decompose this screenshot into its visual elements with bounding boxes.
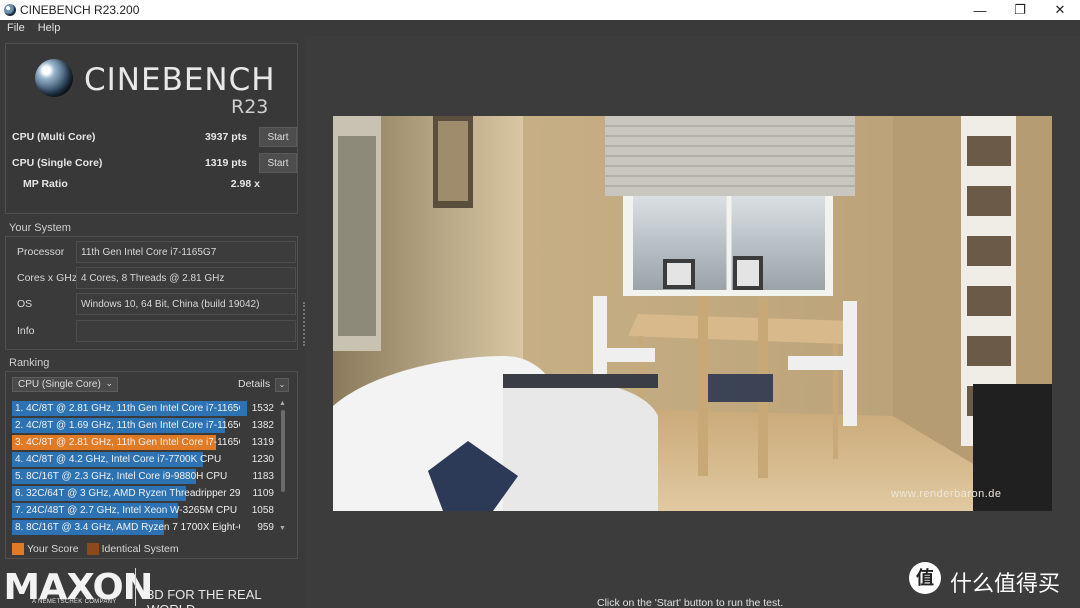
ranking-item[interactable]: 2. 4C/8T @ 1.69 GHz, 11th Gen Intel Core… <box>12 418 276 434</box>
left-panel: CINEBENCH R23 CPU (Multi Core) 3937 pts … <box>0 36 300 608</box>
ranking-item-score: 1058 <box>251 505 274 516</box>
ranking-item-label: 1. 4C/8T @ 2.81 GHz, 11th Gen Intel Core… <box>15 403 240 414</box>
legend-label: Your Score <box>27 543 79 555</box>
system-row-os: OS Windows 10, 64 Bit, China (build 1904… <box>12 293 296 315</box>
score-value: 3937 pts <box>204 131 247 143</box>
score-row-single: CPU (Single Core) 1319 pts Start <box>12 153 297 173</box>
system-row-cores: Cores x GHz 4 Cores, 8 Threads @ 2.81 GH… <box>12 267 296 289</box>
render-area: www.renderbaron.de Click on the 'Start' … <box>305 36 1080 608</box>
menu-help[interactable]: Help <box>31 20 67 36</box>
brand-divider <box>135 568 136 606</box>
score-value: 1319 pts <box>204 157 247 169</box>
start-multi-button[interactable]: Start <box>259 127 297 147</box>
score-label: CPU (Single Core) <box>12 157 103 169</box>
system-row-info: Info <box>12 320 296 342</box>
score-label: CPU (Multi Core) <box>12 131 96 143</box>
ranking-item-label: 8. 8C/16T @ 3.4 GHz, AMD Ryzen 7 1700X E… <box>15 522 240 533</box>
ranking-item-label: 7. 24C/48T @ 2.7 GHz, Intel Xeon W-3265M… <box>15 505 238 516</box>
brand-tagline: 3D FOR THE REAL WORLD <box>147 587 262 608</box>
ranking-item-score: 1230 <box>251 454 274 465</box>
smzdm-logo-icon: 值 <box>909 562 941 594</box>
ranking-legend: Your Score Identical System <box>12 543 179 555</box>
system-value: 4 Cores, 8 Threads @ 2.81 GHz <box>76 267 296 289</box>
score-row-multi: CPU (Multi Core) 3937 pts Start <box>12 127 297 147</box>
identical-system-swatch <box>86 543 99 555</box>
status-text: Click on the 'Start' button to run the t… <box>597 597 784 608</box>
ranking-mode-dropdown[interactable]: CPU (Single Core) ⌄ <box>12 377 118 392</box>
ranking-item[interactable]: 1. 4C/8T @ 2.81 GHz, 11th Gen Intel Core… <box>12 401 276 417</box>
chevron-down-icon: ⌄ <box>105 378 113 388</box>
close-button[interactable]: ✕ <box>1040 0 1080 20</box>
cinebench-panel: CINEBENCH R23 CPU (Multi Core) 3937 pts … <box>5 43 298 214</box>
ranking-item[interactable]: 8. 8C/16T @ 3.4 GHz, AMD Ryzen 7 1700X E… <box>12 520 276 536</box>
legend-label: Identical System <box>101 543 179 555</box>
title-bar: CINEBENCH R23.200 — ❐ ✕ <box>0 0 1080 20</box>
ranking-item[interactable]: 3. 4C/8T @ 2.81 GHz, 11th Gen Intel Core… <box>12 435 276 451</box>
ranking-item[interactable]: 7. 24C/48T @ 2.7 GHz, Intel Xeon W-3265M… <box>12 503 276 519</box>
system-key: Processor <box>17 246 65 258</box>
ranking-item-score: 1109 <box>252 488 274 499</box>
ranking-item[interactable]: 5. 8C/16T @ 2.3 GHz, Intel Core i9-9880H… <box>12 469 276 485</box>
smzdm-watermark-text: 什么值得买 <box>950 572 1061 597</box>
system-key: Info <box>17 325 35 337</box>
ranking-item[interactable]: 4. 4C/8T @ 4.2 GHz, Intel Core i7-7700K … <box>12 452 276 468</box>
your-system-panel: Processor 11th Gen Intel Core i7-1165G7 … <box>5 236 298 350</box>
system-key: Cores x GHz <box>17 272 78 284</box>
ranking-title: Ranking <box>9 357 50 369</box>
ranking-item[interactable]: 6. 32C/64T @ 3 GHz, AMD Ryzen Threadripp… <box>12 486 276 502</box>
start-single-button[interactable]: Start <box>259 153 297 173</box>
maxon-subtitle: A NEMETSCHEK COMPANY <box>32 599 117 605</box>
system-value: 11th Gen Intel Core i7-1165G7 <box>76 241 296 263</box>
system-row-processor: Processor 11th Gen Intel Core i7-1165G7 <box>12 241 296 263</box>
mp-ratio-value: 2.98 x <box>230 178 260 190</box>
your-score-swatch <box>12 543 24 555</box>
system-key: OS <box>17 298 33 310</box>
cinebench-version: R23 <box>231 96 269 118</box>
dropdown-value: CPU (Single Core) <box>18 379 101 390</box>
ranking-item-label: 4. 4C/8T @ 4.2 GHz, Intel Core i7-7700K … <box>15 454 222 465</box>
cinebench-app-icon <box>4 4 16 16</box>
ranking-item-label: 5. 8C/16T @ 2.3 GHz, Intel Core i9-9880H… <box>15 471 228 482</box>
ranking-item-score: 1532 <box>251 403 274 414</box>
details-label: Details <box>238 378 271 390</box>
mp-ratio-row: MP Ratio 2.98 x <box>12 174 297 194</box>
cinebench-logo-text: CINEBENCH <box>84 62 276 98</box>
ranking-list[interactable]: 1. 4C/8T @ 2.81 GHz, 11th Gen Intel Core… <box>12 401 276 536</box>
ranking-item-score: 959 <box>257 522 274 533</box>
details-toggle-button[interactable]: ⌄ <box>275 378 289 392</box>
menu-file[interactable]: File <box>0 20 31 36</box>
ranking-item-label: 6. 32C/64T @ 3 GHz, AMD Ryzen Threadripp… <box>15 488 240 499</box>
ranking-scrollbar[interactable] <box>281 410 285 492</box>
mp-ratio-label: MP Ratio <box>23 178 68 190</box>
system-value: Windows 10, 64 Bit, China (build 19042) <box>76 293 296 315</box>
info-field[interactable] <box>76 320 296 342</box>
scroll-down-icon[interactable]: ▼ <box>279 525 286 532</box>
your-system-title: Your System <box>9 222 71 234</box>
render-watermark: www.renderbaron.de <box>891 488 1002 500</box>
ranking-item-score: 1183 <box>252 471 274 482</box>
render-preview-image: www.renderbaron.de <box>333 116 1052 511</box>
ranking-item-label: 3. 4C/8T @ 2.81 GHz, 11th Gen Intel Core… <box>15 437 240 448</box>
minimize-button[interactable]: — <box>960 0 1000 20</box>
window-title: CINEBENCH R23.200 <box>20 3 140 17</box>
ranking-item-score: 1382 <box>251 420 274 431</box>
cinebench-logo-icon <box>35 59 73 97</box>
ranking-item-label: 2. 4C/8T @ 1.69 GHz, 11th Gen Intel Core… <box>15 420 240 431</box>
ranking-item-score: 1319 <box>251 437 274 448</box>
scroll-up-icon[interactable]: ▲ <box>279 400 286 407</box>
menu-bar: File Help <box>0 20 1080 36</box>
restore-button[interactable]: ❐ <box>1000 0 1040 20</box>
